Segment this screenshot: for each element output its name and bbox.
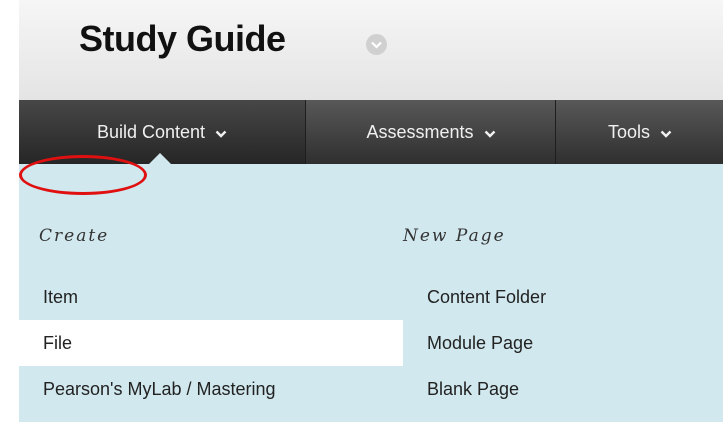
- menu-item-item[interactable]: Item: [19, 274, 403, 320]
- create-heading: Create: [39, 226, 110, 246]
- new-page-heading: New Page: [403, 226, 506, 246]
- page-title: Study Guide: [79, 18, 286, 59]
- content-navbar: Build Content Assessments Tools: [19, 100, 723, 164]
- chevron-down-icon: [660, 122, 672, 143]
- chevron-down-icon: [484, 122, 496, 143]
- menu-item-blank-page[interactable]: Blank Page: [407, 366, 519, 412]
- tab-build-content-label: Build Content: [96, 121, 206, 142]
- menu-item-module-page[interactable]: Module Page: [407, 320, 533, 366]
- menu-item-pearson-mylab[interactable]: Pearson's MyLab / Mastering: [19, 366, 403, 412]
- page-header: Study Guide: [19, 0, 723, 100]
- chevron-down-icon: [215, 122, 227, 143]
- build-content-dropdown: Create New Page Item File Pearson's MyLa…: [19, 164, 723, 422]
- tab-tools[interactable]: Tools: [555, 100, 723, 164]
- menu-item-file[interactable]: File: [19, 320, 403, 366]
- menu-item-content-folder[interactable]: Content Folder: [407, 274, 546, 320]
- chevron-down-circle-icon[interactable]: [366, 34, 387, 55]
- tab-assessments-label: Assessments: [366, 121, 474, 142]
- tab-assessments[interactable]: Assessments: [305, 100, 556, 164]
- tab-tools-label: Tools: [607, 121, 651, 142]
